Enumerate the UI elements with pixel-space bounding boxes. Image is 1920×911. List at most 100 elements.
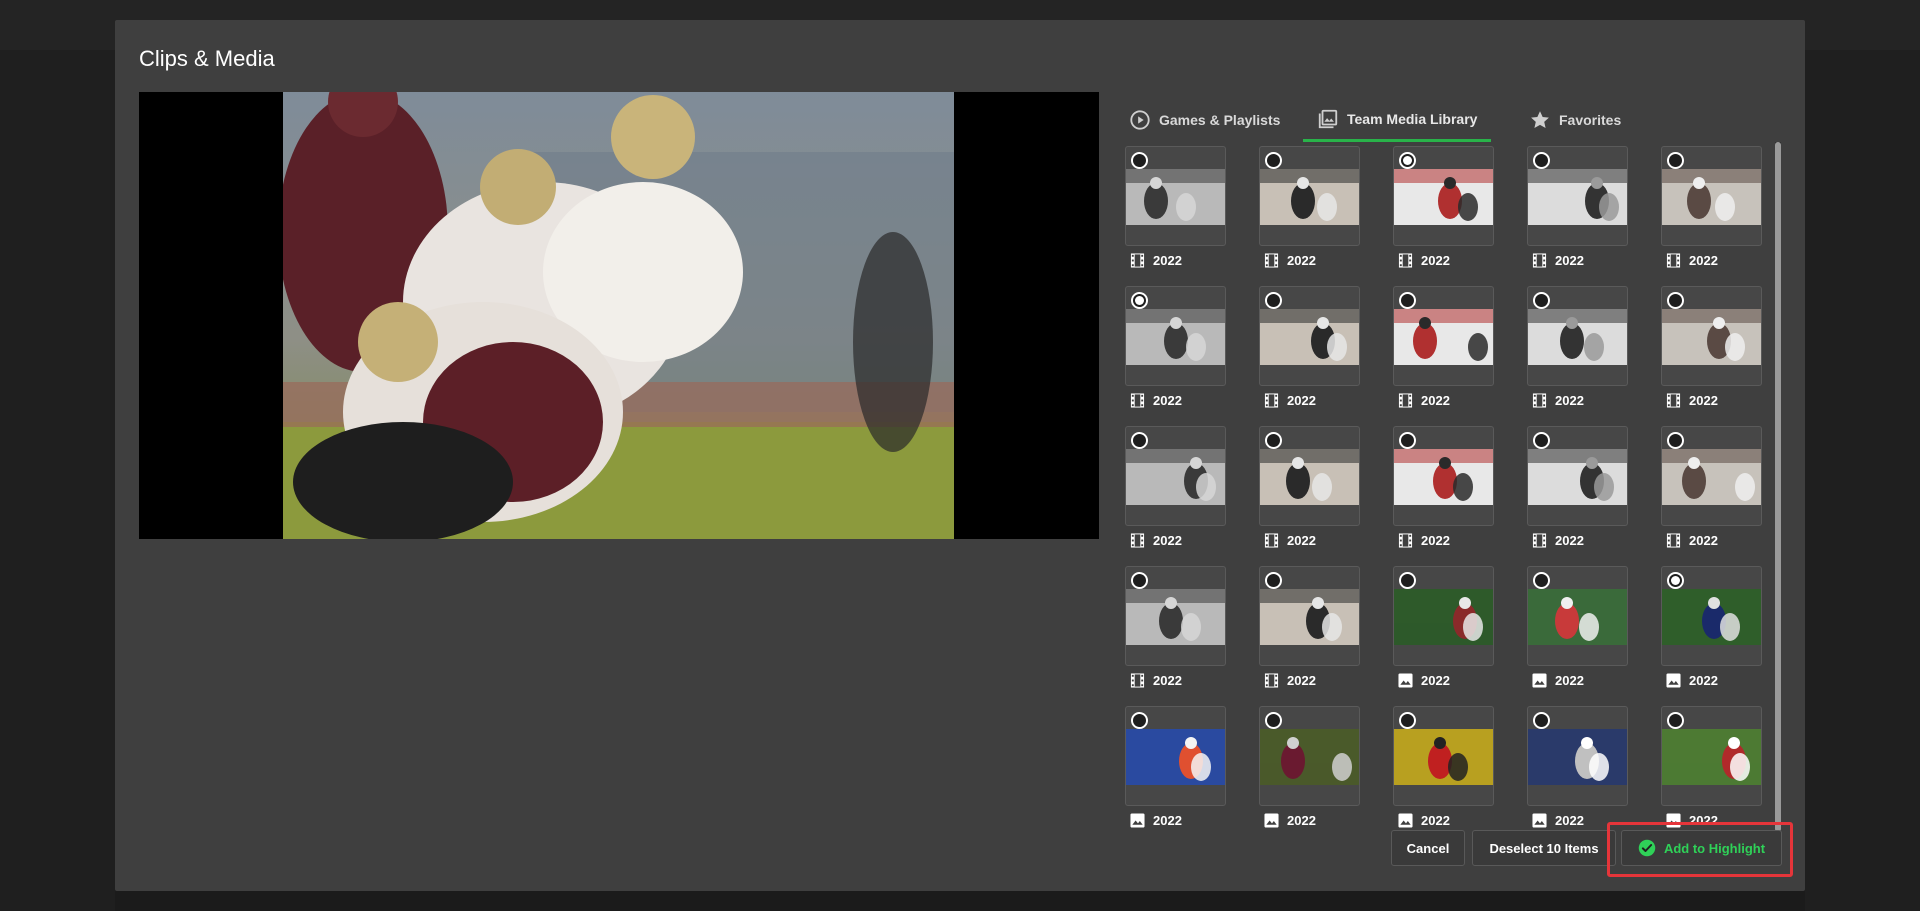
background-app-right	[1805, 50, 1920, 911]
select-radio[interactable]	[1399, 572, 1416, 589]
media-card[interactable]: 2022	[1125, 286, 1226, 408]
select-radio[interactable]	[1667, 292, 1684, 309]
media-meta: 2022	[1398, 673, 1450, 688]
select-radio[interactable]	[1399, 432, 1416, 449]
media-card[interactable]: 2022	[1661, 146, 1762, 268]
select-radio[interactable]	[1131, 152, 1148, 169]
media-thumbnail	[1662, 169, 1761, 225]
film-icon	[1532, 533, 1547, 548]
media-year: 2022	[1689, 533, 1718, 548]
select-radio[interactable]	[1131, 712, 1148, 729]
photo-library-icon	[1318, 109, 1338, 128]
image-icon	[1130, 813, 1145, 828]
media-grid: 2022 2022 2022 2022 2022 2022 2022 2022 2022 2022…	[1125, 146, 1762, 828]
image-icon	[1666, 813, 1681, 828]
media-card[interactable]: 2022	[1661, 566, 1762, 688]
media-card[interactable]: 2022	[1527, 566, 1628, 688]
select-radio[interactable]	[1265, 572, 1282, 589]
media-card[interactable]: 2022	[1527, 426, 1628, 548]
media-meta: 2022	[1666, 813, 1718, 828]
select-radio[interactable]	[1131, 292, 1148, 309]
media-card[interactable]: 2022	[1661, 706, 1762, 828]
media-thumbnail	[1528, 729, 1627, 785]
media-meta: 2022	[1264, 813, 1316, 828]
media-card[interactable]: 2022	[1259, 286, 1360, 408]
add-to-highlight-button[interactable]: Add to Highlight	[1621, 830, 1782, 866]
select-radio[interactable]	[1533, 712, 1550, 729]
media-meta: 2022	[1130, 813, 1182, 828]
select-radio[interactable]	[1399, 292, 1416, 309]
select-radio[interactable]	[1533, 292, 1550, 309]
deselect-items-button[interactable]: Deselect 10 Items	[1472, 830, 1616, 866]
select-radio[interactable]	[1399, 152, 1416, 169]
film-icon	[1264, 253, 1279, 268]
media-meta: 2022	[1532, 813, 1584, 828]
select-radio[interactable]	[1265, 432, 1282, 449]
media-card[interactable]: 2022	[1125, 426, 1226, 548]
media-year: 2022	[1555, 673, 1584, 688]
select-radio[interactable]	[1533, 432, 1550, 449]
media-card[interactable]: 2022	[1393, 146, 1494, 268]
select-radio[interactable]	[1667, 712, 1684, 729]
tab-games-playlists[interactable]: Games & Playlists	[1115, 98, 1294, 142]
media-year: 2022	[1689, 253, 1718, 268]
media-card[interactable]: 2022	[1527, 706, 1628, 828]
film-icon	[1532, 393, 1547, 408]
grid-scrollbar[interactable]	[1775, 142, 1781, 834]
tab-favorites[interactable]: Favorites	[1515, 98, 1635, 142]
media-year: 2022	[1689, 673, 1718, 688]
media-card[interactable]: 2022	[1125, 146, 1226, 268]
select-radio[interactable]	[1131, 432, 1148, 449]
media-year: 2022	[1287, 253, 1316, 268]
media-card[interactable]: 2022	[1661, 426, 1762, 548]
media-card[interactable]: 2022	[1259, 706, 1360, 828]
select-radio[interactable]	[1265, 712, 1282, 729]
media-thumbnail	[1126, 449, 1225, 505]
add-label: Add to Highlight	[1663, 840, 1766, 856]
media-card[interactable]: 2022	[1393, 426, 1494, 548]
media-meta: 2022	[1666, 673, 1718, 688]
media-card[interactable]: 2022	[1527, 286, 1628, 408]
cancel-button[interactable]: Cancel	[1391, 830, 1465, 866]
media-card[interactable]: 2022	[1661, 286, 1762, 408]
tab-team-media-library[interactable]: Team Media Library	[1303, 98, 1492, 142]
film-icon	[1398, 393, 1413, 408]
select-radio[interactable]	[1667, 572, 1684, 589]
media-meta: 2022	[1264, 673, 1316, 688]
media-meta: 2022	[1666, 393, 1718, 408]
media-year: 2022	[1421, 813, 1450, 828]
media-thumbnail	[1528, 169, 1627, 225]
film-icon	[1666, 533, 1681, 548]
media-meta: 2022	[1398, 393, 1450, 408]
media-meta: 2022	[1666, 253, 1718, 268]
media-card[interactable]: 2022	[1259, 426, 1360, 548]
media-card[interactable]: 2022	[1125, 706, 1226, 828]
select-radio[interactable]	[1265, 292, 1282, 309]
select-radio[interactable]	[1265, 152, 1282, 169]
media-preview	[139, 92, 1099, 539]
select-radio[interactable]	[1667, 152, 1684, 169]
media-meta: 2022	[1264, 393, 1316, 408]
image-icon	[1532, 813, 1547, 828]
media-card[interactable]: 2022	[1259, 566, 1360, 688]
select-radio[interactable]	[1533, 572, 1550, 589]
film-icon	[1130, 253, 1145, 268]
film-icon	[1532, 253, 1547, 268]
scrollbar-thumb[interactable]	[1775, 142, 1781, 832]
media-card[interactable]: 2022	[1393, 566, 1494, 688]
media-card[interactable]: 2022	[1393, 286, 1494, 408]
media-thumbnail	[1528, 449, 1627, 505]
media-meta: 2022	[1264, 253, 1316, 268]
media-card[interactable]: 2022	[1125, 566, 1226, 688]
media-year: 2022	[1421, 673, 1450, 688]
media-card[interactable]: 2022	[1527, 146, 1628, 268]
select-radio[interactable]	[1131, 572, 1148, 589]
media-thumbnail	[1260, 449, 1359, 505]
select-radio[interactable]	[1667, 432, 1684, 449]
media-meta: 2022	[1532, 673, 1584, 688]
select-radio[interactable]	[1399, 712, 1416, 729]
media-card[interactable]: 2022	[1259, 146, 1360, 268]
select-radio[interactable]	[1533, 152, 1550, 169]
media-card[interactable]: 2022	[1393, 706, 1494, 828]
media-year: 2022	[1689, 813, 1718, 828]
